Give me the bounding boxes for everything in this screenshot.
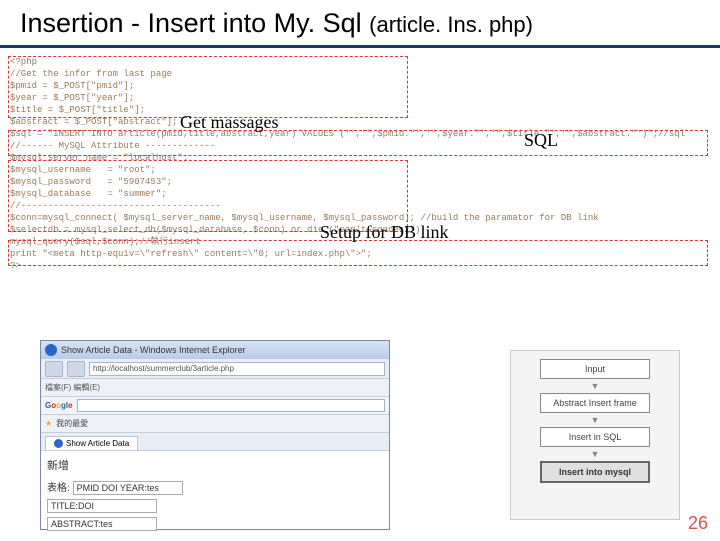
flow-mysql-box: Insert into mysql [540, 461, 650, 483]
page-content: 新增 表格: PMID DOI YEAR:tes TITLE:DOI ABSTR… [41, 451, 389, 541]
address-bar[interactable]: http://localhost/summerclub/3article.php [89, 362, 385, 376]
google-logo-icon: Google [45, 401, 73, 410]
menu-items[interactable]: 檔案(F) 編輯(E) [45, 382, 100, 393]
arrow-down-icon: ▼ [591, 415, 600, 425]
tab-favicon-icon [54, 439, 63, 448]
form-row: TITLE:DOI [47, 499, 383, 513]
ie-icon [45, 344, 57, 356]
highlight-box-getmsg [8, 56, 408, 118]
title-paren: (article. Ins. php) [369, 12, 533, 37]
address-text: http://localhost/summerclub/3article.php [93, 364, 234, 373]
slide: Insertion - Insert into My. Sql (article… [0, 0, 720, 540]
annotation-setup: Setup for DB link [320, 222, 449, 243]
page-number: 26 [688, 513, 708, 534]
form-label: 表格: [47, 483, 70, 494]
form-row: ABSTRACT:tes [47, 517, 383, 531]
annotation-getmsg: Get massages [180, 112, 278, 133]
flowchart: Input ▼ Abstract Insert frame ▼ Insert i… [510, 350, 680, 520]
annotation-sql: SQL [524, 130, 558, 151]
browser-title-text: Show Article Data - Windows Internet Exp… [61, 345, 246, 355]
browser-tab[interactable]: Show Article Data [45, 436, 138, 450]
slide-title: Insertion - Insert into My. Sql (article… [20, 8, 700, 39]
browser-window: Show Article Data - Windows Internet Exp… [40, 340, 390, 530]
arrow-down-icon: ▼ [591, 381, 600, 391]
tab-label: Show Article Data [66, 439, 129, 448]
highlight-box-connect [8, 240, 708, 266]
google-search-input[interactable] [77, 399, 385, 412]
tab-strip: Show Article Data [41, 433, 389, 451]
title-main: Insertion - Insert into My. Sql [20, 8, 369, 38]
highlight-box-sql [8, 130, 708, 156]
form-input[interactable]: PMID DOI YEAR:tes [73, 481, 183, 495]
back-button[interactable] [45, 361, 63, 377]
title-bar: Insertion - Insert into My. Sql (article… [0, 0, 720, 48]
flow-sql-box: Insert in SQL [540, 427, 650, 447]
browser-menu: 檔案(F) 編輯(E) [41, 379, 389, 397]
form-row: 表格: PMID DOI YEAR:tes [47, 479, 383, 495]
google-toolbar: Google [41, 397, 389, 415]
form-input[interactable]: TITLE:DOI [47, 499, 157, 513]
arrow-down-icon: ▼ [591, 449, 600, 459]
forward-button[interactable] [67, 361, 85, 377]
page-heading: 新增 [47, 457, 383, 473]
star-icon: ★ [45, 419, 52, 428]
flow-input-box: Input [540, 359, 650, 379]
flow-abstract-box: Abstract Insert frame [540, 393, 650, 413]
browser-nav-toolbar: http://localhost/summerclub/3article.php [41, 359, 389, 379]
favorites-bar: ★ 我的最愛 [41, 415, 389, 433]
browser-title-bar: Show Article Data - Windows Internet Exp… [41, 341, 389, 359]
form-input[interactable]: ABSTRACT:tes [47, 517, 157, 531]
favorites-label[interactable]: 我的最愛 [56, 418, 88, 429]
